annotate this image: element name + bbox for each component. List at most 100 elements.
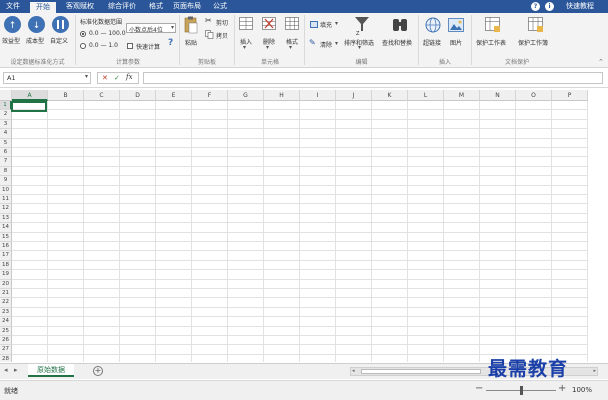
add-sheet-icon[interactable]: + (93, 366, 103, 376)
row-header[interactable]: 9 (0, 176, 12, 186)
quick-calc-checkbox[interactable] (127, 43, 133, 49)
row-header[interactable]: 16 (0, 242, 12, 252)
column-header[interactable]: K (372, 90, 408, 101)
calc-help-icon[interactable]: ? (168, 38, 173, 48)
row-header[interactable]: 25 (0, 326, 12, 336)
quick-tutorial-link[interactable]: 快速教程 (566, 0, 594, 13)
column-header[interactable]: A (12, 90, 48, 101)
confirm-icon[interactable]: ✓ (114, 74, 120, 82)
range-radio-2[interactable] (80, 43, 86, 49)
paste-button[interactable]: 粘贴 (185, 38, 197, 47)
zoom-slider[interactable] (486, 386, 556, 395)
globe-icon (425, 17, 441, 35)
tab-home[interactable]: 开始 (30, 2, 56, 13)
collapse-ribbon-icon[interactable]: ⌃ (598, 58, 604, 66)
clear-button[interactable]: 清除 (320, 40, 332, 49)
fill-button[interactable]: 填充 (320, 20, 332, 29)
scroll-left-icon[interactable]: ◂ (4, 366, 8, 374)
column-header[interactable]: I (300, 90, 336, 101)
row-header[interactable]: 8 (0, 166, 12, 177)
efficiency-button[interactable]: 效益型 (2, 36, 20, 45)
select-all-corner[interactable] (0, 90, 12, 101)
column-header[interactable]: H (264, 90, 300, 101)
column-header[interactable]: E (156, 90, 192, 101)
row-header[interactable]: 22 (0, 298, 12, 308)
protect-sheet-button[interactable]: 保护工作表 (476, 38, 506, 47)
row-header[interactable]: 17 (0, 251, 12, 261)
column-header[interactable]: P (552, 90, 588, 101)
help-icon[interactable]: ? (531, 2, 540, 11)
scroll-right-icon[interactable]: ▸ (14, 366, 18, 374)
column-header[interactable]: O (516, 90, 552, 101)
hyperlink-button[interactable]: 超链接 (423, 38, 441, 47)
grid-line (12, 156, 588, 158)
column-header[interactable]: G (228, 90, 264, 101)
sheet-tab[interactable]: 原始数据 (28, 364, 74, 377)
row-header[interactable]: 20 (0, 279, 12, 289)
range-radio-1[interactable] (80, 31, 86, 37)
column-header[interactable]: F (192, 90, 228, 101)
scroll-right-icon[interactable]: ▸ (593, 368, 596, 374)
zoom-out-button[interactable]: − (475, 383, 483, 394)
spreadsheet-grid[interactable]: ABCDEFGHIJKLMNOP 1 2 3 4 5 6 7 8 9 10 11 12 13 14 15 16… (0, 90, 608, 362)
row-header[interactable]: 4 (0, 129, 12, 139)
row-header[interactable]: 15 (0, 232, 12, 242)
row-header[interactable]: 26 (0, 336, 12, 346)
grid-line (12, 147, 588, 148)
picture-button[interactable]: 图片 (450, 38, 462, 47)
row-header[interactable]: 7 (0, 157, 12, 167)
decimal-select[interactable]: 小数点后4位 ▾ (126, 23, 176, 34)
row-header[interactable]: 3 (0, 119, 12, 130)
row-header[interactable]: 12 (0, 204, 12, 214)
row-header[interactable]: 27 (0, 345, 12, 355)
scrollbar-thumb[interactable] (361, 369, 481, 374)
row-header[interactable]: 28 (0, 354, 12, 362)
info-icon[interactable]: i (545, 2, 554, 11)
copy-button[interactable]: 拷贝 (216, 31, 228, 40)
column-header[interactable]: M (444, 90, 480, 101)
row-header[interactable]: 14 (0, 223, 12, 233)
function-icon[interactable]: fx (126, 73, 133, 81)
column-header[interactable]: D (120, 90, 156, 101)
zoom-in-button[interactable]: + (558, 383, 566, 394)
row-header[interactable]: 23 (0, 307, 12, 318)
svg-text:↑: ↑ (9, 21, 17, 31)
cut-button[interactable]: 剪切 (216, 18, 228, 27)
tab-objective-weight[interactable]: 客观赋权 (60, 0, 100, 13)
chevron-down-icon: ▾ (84, 73, 88, 80)
row-header[interactable]: 5 (0, 138, 12, 148)
row-header[interactable]: 11 (0, 195, 12, 205)
row-header[interactable]: 19 (0, 270, 12, 280)
scroll-left-icon[interactable]: ◂ (352, 368, 355, 374)
tab-page-layout[interactable]: 页面布局 (170, 0, 204, 13)
custom-button[interactable]: 自定义 (50, 36, 68, 45)
cost-button[interactable]: 成本型 (26, 36, 44, 45)
column-header[interactable]: J (336, 90, 372, 101)
column-header[interactable]: B (48, 90, 84, 101)
cancel-icon[interactable]: ✕ (102, 74, 108, 82)
find-replace-button[interactable]: 查找和替换 (382, 38, 412, 47)
group-label-editing: 编辑 (355, 59, 368, 66)
tab-format[interactable]: 格式 (144, 0, 168, 13)
tab-evaluation[interactable]: 综合评价 (102, 0, 142, 13)
row-header[interactable]: 10 (0, 185, 12, 195)
svg-text:↓: ↓ (33, 21, 41, 31)
column-header[interactable]: L (408, 90, 444, 101)
name-box[interactable]: A1 ▾ (3, 72, 91, 84)
column-header[interactable]: C (84, 90, 120, 101)
grid-line (12, 278, 588, 280)
row-header[interactable]: 13 (0, 213, 12, 224)
zoom-slider-thumb[interactable] (519, 386, 523, 395)
formula-input[interactable] (143, 72, 603, 84)
watermark-logo: 最需教育 (488, 358, 569, 380)
row-header[interactable]: 21 (0, 289, 12, 299)
divider (75, 15, 76, 65)
row-header[interactable]: 18 (0, 260, 12, 271)
active-cell[interactable] (11, 101, 47, 112)
row-header[interactable]: 24 (0, 317, 12, 327)
tab-formula[interactable]: 公式 (208, 0, 232, 13)
protect-workbook-button[interactable]: 保护工作簿 (518, 38, 548, 47)
tab-file[interactable]: 文件 (0, 0, 26, 13)
column-header[interactable]: N (480, 90, 516, 101)
row-header[interactable]: 6 (0, 148, 12, 158)
